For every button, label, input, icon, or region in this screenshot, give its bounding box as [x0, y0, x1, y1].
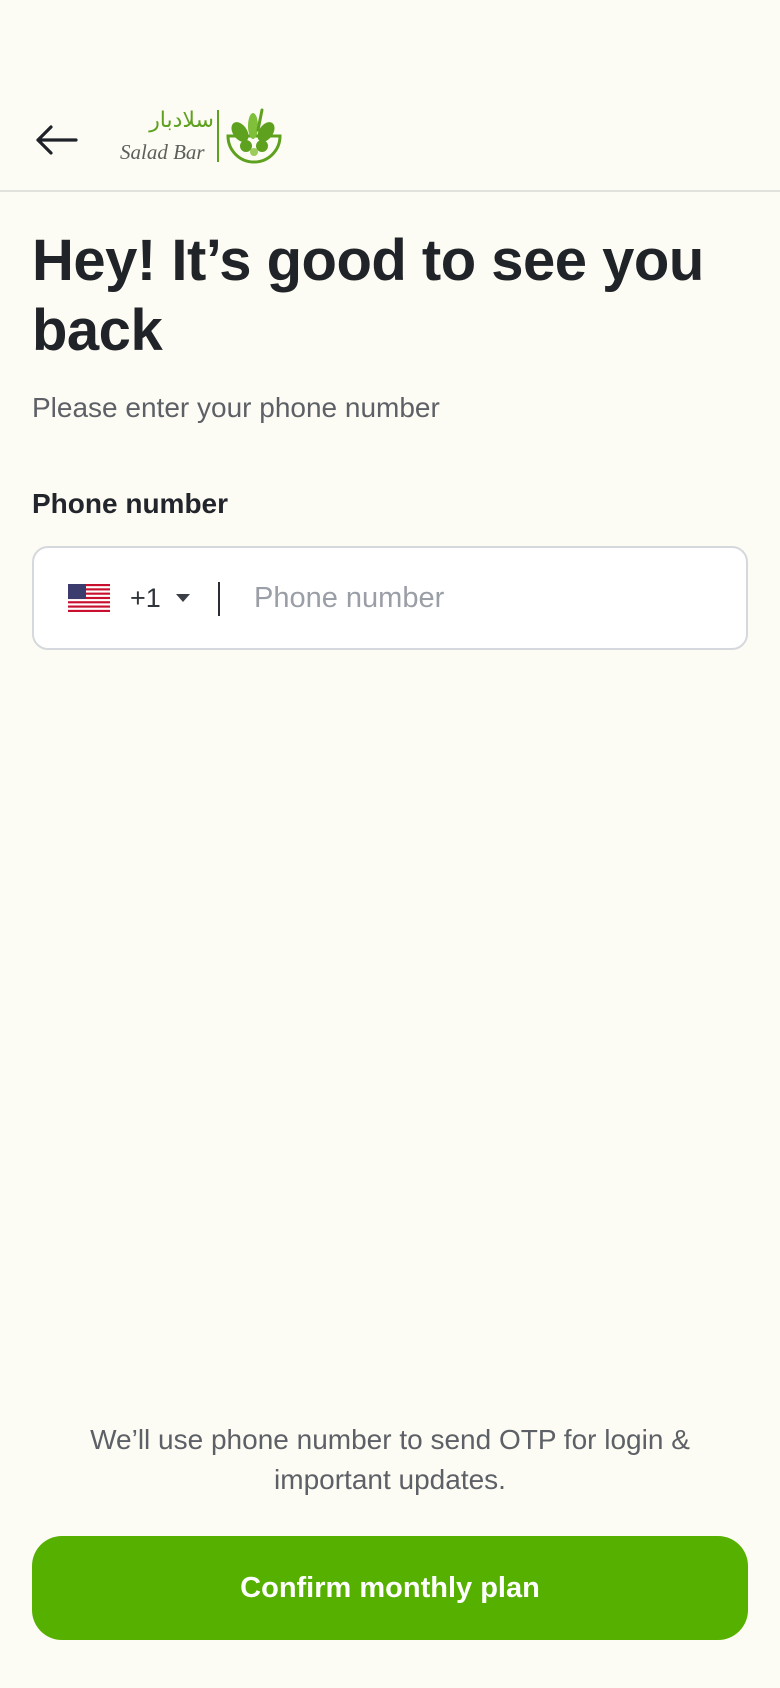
arrow-left-icon	[36, 125, 78, 155]
logo-latin-text: Salad Bar	[120, 140, 205, 164]
caret-down-icon	[175, 594, 190, 602]
salad-bowl-icon	[226, 108, 282, 164]
field-separator	[218, 582, 220, 616]
confirm-monthly-plan-button[interactable]: Confirm monthly plan	[32, 1536, 748, 1640]
us-flag-icon	[68, 584, 110, 612]
country-code-picker[interactable]: +1	[64, 572, 224, 624]
page-title: Hey! It’s good to see you back	[32, 228, 704, 363]
logo-arabic-text: سلادبار	[149, 108, 214, 133]
page-subtitle: Please enter your phone number	[32, 392, 440, 423]
login-screen: سلادبار Salad Bar Hey! It’s good to see …	[0, 0, 780, 1688]
phone-number-input[interactable]	[254, 570, 714, 626]
phone-field-label: Phone number	[32, 488, 229, 519]
dial-code: +1	[130, 582, 161, 613]
phone-field: +1	[32, 546, 748, 650]
top-bar: سلادبار Salad Bar	[0, 96, 780, 192]
back-button[interactable]	[28, 112, 84, 168]
salad-bar-logo: سلادبار Salad Bar	[118, 106, 288, 166]
logo-divider	[217, 110, 219, 162]
otp-notice: We’ll use phone number to send OTP for l…	[90, 1424, 690, 1495]
